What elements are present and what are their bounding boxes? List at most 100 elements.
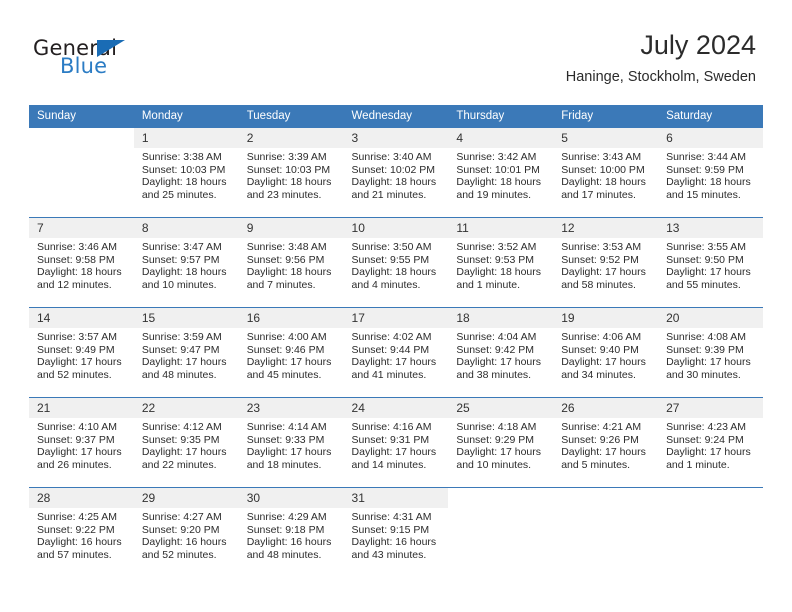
day-details: Sunrise: 3:48 AM Sunset: 9:56 PM Daylight:… <box>239 238 344 291</box>
sunset-text: Sunset: 9:58 PM <box>37 253 115 266</box>
daylight-text-line1: Daylight: 18 hours <box>351 266 437 279</box>
calendar-day-cell[interactable]: 24 Sunrise: 4:16 AM Sunset: 9:31 PM Dayligh… <box>343 397 449 488</box>
daylight-text-line1: Daylight: 18 hours <box>246 266 332 279</box>
sunset-text: Sunset: 9:24 PM <box>666 433 744 446</box>
calendar-day-cell[interactable]: 2 Sunrise: 3:39 AM Sunset: 10:03 PM Dayligh… <box>238 127 344 218</box>
daylight-text-line1: Daylight: 17 hours <box>666 356 751 369</box>
calendar-week-row: 7 Sunrise: 3:46 AM Sunset: 9:58 PM Daylight… <box>29 217 763 308</box>
day-number: 29 <box>133 488 239 508</box>
day-number <box>448 488 554 508</box>
calendar-day-cell[interactable]: 10 Sunrise: 3:50 AM Sunset: 9:55 PM Dayligh… <box>343 217 449 308</box>
calendar-day-cell[interactable]: 6 Sunrise: 3:44 AM Sunset: 9:59 PM Daylight… <box>658 127 763 218</box>
daylight-text-line2: and 45 minutes. <box>246 368 322 381</box>
calendar-day-cell[interactable]: 13 Sunrise: 3:55 AM Sunset: 9:50 PM Dayligh… <box>658 217 763 308</box>
calendar-day-cell[interactable]: 22 Sunrise: 4:12 AM Sunset: 9:35 PM Dayligh… <box>133 397 239 488</box>
calendar-day-cell[interactable]: 17 Sunrise: 4:02 AM Sunset: 9:44 PM Dayligh… <box>343 307 449 398</box>
calendar-day-cell[interactable]: 9 Sunrise: 3:48 AM Sunset: 9:56 PM Daylight… <box>238 217 344 308</box>
day-number: 23 <box>238 398 344 418</box>
page-header: General Blue July 2024 Haninge, Stockhol… <box>0 0 792 104</box>
calendar-day-cell[interactable]: 27 Sunrise: 4:23 AM Sunset: 9:24 PM Dayligh… <box>658 397 763 488</box>
weekday-header-monday: Monday <box>133 105 239 128</box>
daylight-text-line2: and 21 minutes. <box>351 188 427 201</box>
day-number <box>658 488 763 508</box>
sunset-text: Sunset: 10:03 PM <box>246 163 331 176</box>
daylight-text-line2: and 14 minutes. <box>351 458 427 471</box>
calendar-day-cell[interactable]: 19 Sunrise: 4:06 AM Sunset: 9:40 PM Dayligh… <box>553 307 659 398</box>
calendar-day-cell[interactable]: 14 Sunrise: 3:57 AM Sunset: 9:49 PM Dayligh… <box>29 307 134 398</box>
daylight-text-line2: and 1 minute. <box>666 458 730 471</box>
daylight-text-line1: Daylight: 17 hours <box>561 266 646 279</box>
calendar-day-cell[interactable]: 25 Sunrise: 4:18 AM Sunset: 9:29 PM Dayligh… <box>448 397 554 488</box>
calendar-body: 1 Sunrise: 3:38 AM Sunset: 10:03 PM Dayligh… <box>29 127 763 577</box>
sunset-text: Sunset: 9:35 PM <box>141 433 220 446</box>
day-details: Sunrise: 4:31 AM Sunset: 9:15 PM Daylight:… <box>344 508 449 561</box>
sunrise-text: Sunrise: 3:44 AM <box>666 151 747 163</box>
sunrise-text: Sunrise: 4:23 AM <box>666 421 747 433</box>
sunrise-text: Sunrise: 3:43 AM <box>561 151 642 163</box>
weekday-header-sunday: Sunday <box>29 105 134 128</box>
sunset-text: Sunset: 9:22 PM <box>37 523 115 536</box>
day-details: Sunrise: 4:21 AM Sunset: 9:26 PM Daylight:… <box>553 418 658 471</box>
day-details: Sunrise: 4:18 AM Sunset: 9:29 PM Daylight:… <box>448 418 553 471</box>
calendar-day-cell[interactable]: 7 Sunrise: 3:46 AM Sunset: 9:58 PM Daylight… <box>29 217 134 308</box>
day-details: Sunrise: 3:38 AM Sunset: 10:03 PM Daylight… <box>134 148 239 201</box>
daylight-text-line1: Daylight: 18 hours <box>456 176 542 189</box>
sunrise-text: Sunrise: 4:12 AM <box>141 421 222 433</box>
sunrise-text: Sunrise: 4:25 AM <box>37 511 117 523</box>
daylight-text-line2: and 38 minutes. <box>456 368 532 381</box>
daylight-text-line2: and 58 minutes. <box>561 278 636 291</box>
daylight-text-line2: and 10 minutes. <box>141 278 217 291</box>
day-number: 30 <box>238 488 344 508</box>
calendar-day-cell[interactable]: 3 Sunrise: 3:40 AM Sunset: 10:02 PM Dayligh… <box>343 127 449 218</box>
calendar-day-cell[interactable]: 26 Sunrise: 4:21 AM Sunset: 9:26 PM Dayligh… <box>553 397 659 488</box>
calendar-day-cell[interactable]: 15 Sunrise: 3:59 AM Sunset: 9:47 PM Dayligh… <box>133 307 239 398</box>
daylight-text-line2: and 18 minutes. <box>246 458 322 471</box>
daylight-text-line1: Daylight: 18 hours <box>37 266 122 279</box>
weekday-header-tuesday: Tuesday <box>238 105 344 128</box>
daylight-text-line2: and 48 minutes. <box>141 368 217 381</box>
calendar-day-cell[interactable]: 21 Sunrise: 4:10 AM Sunset: 9:37 PM Dayligh… <box>29 397 134 488</box>
calendar-day-cell[interactable]: 28 Sunrise: 4:25 AM Sunset: 9:22 PM Dayligh… <box>29 487 134 577</box>
day-number: 9 <box>238 218 344 238</box>
day-number: 10 <box>343 218 449 238</box>
day-number: 20 <box>658 308 763 328</box>
calendar-day-cell[interactable]: 11 Sunrise: 3:52 AM Sunset: 9:53 PM Dayligh… <box>448 217 554 308</box>
calendar-day-cell[interactable]: 20 Sunrise: 4:08 AM Sunset: 9:39 PM Dayligh… <box>658 307 763 398</box>
daylight-text-line2: and 19 minutes. <box>456 188 532 201</box>
logo-text-blue: Blue <box>60 54 108 78</box>
calendar-day-cell[interactable]: 5 Sunrise: 3:43 AM Sunset: 10:00 PM Dayligh… <box>553 127 659 218</box>
day-details: Sunrise: 4:25 AM Sunset: 9:22 PM Daylight:… <box>29 508 134 561</box>
sunrise-text: Sunrise: 3:59 AM <box>141 331 222 343</box>
calendar-day-cell[interactable]: 23 Sunrise: 4:14 AM Sunset: 9:33 PM Dayligh… <box>238 397 344 488</box>
sunset-text: Sunset: 9:52 PM <box>561 253 639 266</box>
calendar-day-cell[interactable]: 8 Sunrise: 3:47 AM Sunset: 9:57 PM Daylight… <box>133 217 239 308</box>
sunrise-text: Sunrise: 4:04 AM <box>456 331 537 343</box>
day-details: Sunrise: 3:57 AM Sunset: 9:49 PM Daylight:… <box>29 328 134 381</box>
weekday-header-wednesday: Wednesday <box>343 105 449 128</box>
sunset-text: Sunset: 9:47 PM <box>141 343 220 356</box>
sunset-text: Sunset: 9:39 PM <box>666 343 744 356</box>
sunset-text: Sunset: 9:53 PM <box>456 253 535 266</box>
calendar-day-cell[interactable]: 1 Sunrise: 3:38 AM Sunset: 10:03 PM Dayligh… <box>133 127 239 218</box>
day-details: Sunrise: 3:59 AM Sunset: 9:47 PM Daylight:… <box>134 328 239 381</box>
daylight-text-line1: Daylight: 17 hours <box>246 356 332 369</box>
calendar-day-cell[interactable]: 31 Sunrise: 4:31 AM Sunset: 9:15 PM Dayligh… <box>343 487 449 577</box>
calendar-day-cell[interactable]: 18 Sunrise: 4:04 AM Sunset: 9:42 PM Dayligh… <box>448 307 554 398</box>
calendar-week-row: 21 Sunrise: 4:10 AM Sunset: 9:37 PM Dayligh… <box>29 397 763 488</box>
calendar-week-row: 28 Sunrise: 4:25 AM Sunset: 9:22 PM Dayligh… <box>29 487 763 577</box>
day-number: 31 <box>343 488 449 508</box>
daylight-text-line2: and 1 minute. <box>456 278 521 291</box>
calendar-day-cell[interactable]: 30 Sunrise: 4:29 AM Sunset: 9:18 PM Dayligh… <box>238 487 344 577</box>
calendar-day-cell[interactable]: 4 Sunrise: 3:42 AM Sunset: 10:01 PM Dayligh… <box>448 127 554 218</box>
sunrise-text: Sunrise: 3:50 AM <box>351 241 432 253</box>
sunrise-text: Sunrise: 4:29 AM <box>246 511 327 523</box>
calendar-day-cell[interactable]: 12 Sunrise: 3:53 AM Sunset: 9:52 PM Dayligh… <box>553 217 659 308</box>
daylight-text-line2: and 23 minutes. <box>246 188 322 201</box>
daylight-text-line1: Daylight: 17 hours <box>351 356 437 369</box>
calendar-day-cell[interactable]: 16 Sunrise: 4:00 AM Sunset: 9:46 PM Dayligh… <box>238 307 344 398</box>
daylight-text-line2: and 25 minutes. <box>141 188 217 201</box>
calendar-day-cell[interactable]: 29 Sunrise: 4:27 AM Sunset: 9:20 PM Dayligh… <box>133 487 239 577</box>
sunrise-text: Sunrise: 3:48 AM <box>246 241 327 253</box>
general-blue-logo: General Blue <box>33 36 233 82</box>
day-details: Sunrise: 3:46 AM Sunset: 9:58 PM Daylight:… <box>29 238 134 291</box>
